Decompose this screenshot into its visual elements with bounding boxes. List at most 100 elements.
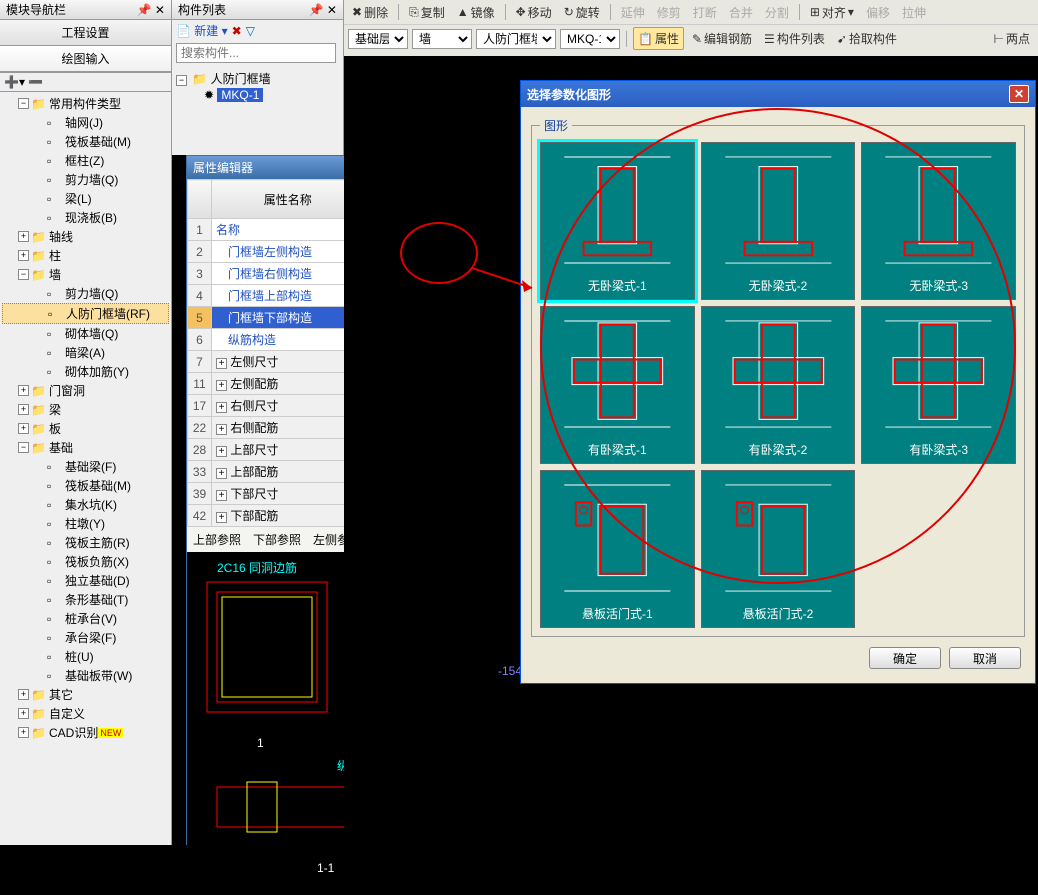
- comp-list-button[interactable]: ☰ 构件列表: [760, 28, 829, 49]
- properties-button[interactable]: 📋 属性: [633, 27, 684, 50]
- shape-option[interactable]: 悬板活门式-1: [540, 470, 695, 628]
- shape-option[interactable]: 有卧梁式-1: [540, 306, 695, 464]
- expand-icon[interactable]: +: [18, 385, 29, 396]
- tree-item[interactable]: ▫条形基础(T): [2, 590, 169, 609]
- rotate-button[interactable]: ↻ 旋转: [560, 2, 604, 23]
- align-button[interactable]: ⊞ 对齐 ▾: [806, 2, 858, 23]
- tree-item[interactable]: ▫轴网(J): [2, 113, 169, 132]
- remove-icon[interactable]: ➖: [28, 75, 43, 89]
- btn-label: 移动: [528, 4, 552, 21]
- tree-item[interactable]: −📁墙: [2, 265, 169, 284]
- tree-item[interactable]: ▫砌体加筋(Y): [2, 362, 169, 381]
- tree-item[interactable]: ▫筏板基础(M): [2, 476, 169, 495]
- delete-icon[interactable]: ✖: [232, 24, 242, 38]
- comp-tree[interactable]: − 📁 人防门框墙 ✹ MKQ-1: [172, 65, 343, 106]
- layer-select[interactable]: 基础层: [348, 29, 408, 49]
- shape-option[interactable]: 无卧梁式-3: [861, 142, 1016, 300]
- tree-item[interactable]: +📁梁: [2, 400, 169, 419]
- item-icon: ▫: [47, 346, 61, 360]
- tab-project-settings[interactable]: 工程设置: [0, 20, 171, 46]
- btn-label: 属性: [655, 30, 679, 47]
- tree-item[interactable]: +📁板: [2, 419, 169, 438]
- tree-item[interactable]: −📁基础: [2, 438, 169, 457]
- tree-item[interactable]: −📁常用构件类型: [2, 94, 169, 113]
- component-select[interactable]: MKQ-1: [560, 29, 620, 49]
- expand-icon[interactable]: +: [18, 250, 29, 261]
- tree-item[interactable]: ▫梁(L): [2, 189, 169, 208]
- tree-item[interactable]: ▫筏板主筋(R): [2, 533, 169, 552]
- tree-item[interactable]: ▫人防门框墙(RF): [2, 303, 169, 324]
- tree-item[interactable]: ▫集水坑(K): [2, 495, 169, 514]
- tree-label: MKQ-1: [217, 88, 263, 102]
- edit-rebar-button[interactable]: ✎ 编辑钢筋: [688, 28, 756, 49]
- btn-label: 分割: [765, 4, 789, 21]
- ok-button[interactable]: 确定: [869, 647, 941, 669]
- dialog-title-bar[interactable]: 选择参数化图形 ✕: [521, 81, 1035, 107]
- item-icon: 📁: [31, 97, 45, 111]
- tab-drawing-input[interactable]: 绘图输入: [0, 46, 171, 72]
- tree-item[interactable]: ▫砌体墙(Q): [2, 324, 169, 343]
- tree-item[interactable]: ▫筏板基础(M): [2, 132, 169, 151]
- tree-label: 筏板主筋(R): [65, 534, 130, 551]
- mirror-button[interactable]: ▲ 镜像: [453, 2, 499, 23]
- tree-item[interactable]: ▫柱墩(Y): [2, 514, 169, 533]
- close-button[interactable]: ✕: [1009, 85, 1029, 103]
- row-number: 6: [188, 329, 212, 351]
- tree-item[interactable]: ▫现浇板(B): [2, 208, 169, 227]
- tree-root[interactable]: − 📁 人防门框墙: [176, 69, 339, 88]
- tree-item[interactable]: +📁其它: [2, 685, 169, 704]
- tree-label: 墙: [49, 266, 61, 283]
- expand-icon[interactable]: +: [18, 231, 29, 242]
- tree-item[interactable]: ▫基础板带(W): [2, 666, 169, 685]
- pin-icon[interactable]: 📌 ✕: [309, 3, 337, 17]
- tree-item[interactable]: ▫筏板负筋(X): [2, 552, 169, 571]
- search-input[interactable]: [176, 43, 336, 63]
- copy-button[interactable]: ⎘ 复制: [405, 2, 449, 23]
- shape-option[interactable]: 有卧梁式-2: [701, 306, 856, 464]
- expand-icon[interactable]: +: [18, 708, 29, 719]
- pin-icon[interactable]: 📌 ✕: [137, 3, 165, 17]
- expand-icon[interactable]: +: [18, 404, 29, 415]
- shape-option[interactable]: 有卧梁式-3: [861, 306, 1016, 464]
- tree-item[interactable]: ▫承台梁(F): [2, 628, 169, 647]
- tree-item[interactable]: ▫暗梁(A): [2, 343, 169, 362]
- add-icon[interactable]: ➕▾: [4, 75, 25, 89]
- shape-option[interactable]: 无卧梁式-2: [701, 142, 856, 300]
- expand-icon[interactable]: +: [18, 689, 29, 700]
- move-button[interactable]: ✥ 移动: [512, 2, 556, 23]
- ref-tab-bottom[interactable]: 下部参照: [253, 531, 301, 548]
- two-point-button[interactable]: ⊢ 两点: [990, 28, 1034, 49]
- shape-option[interactable]: 无卧梁式-1: [540, 142, 695, 300]
- new-component-button[interactable]: 📄 新建 ▾: [176, 22, 228, 39]
- delete-button[interactable]: ✖ 删除: [348, 2, 392, 23]
- expand-icon[interactable]: −: [176, 75, 187, 86]
- shape-option[interactable]: 悬板活门式-2: [701, 470, 856, 628]
- tree-item[interactable]: ✹ MKQ-1: [176, 88, 339, 102]
- tree-item[interactable]: ▫独立基础(D): [2, 571, 169, 590]
- category-select[interactable]: 墙: [412, 29, 472, 49]
- item-icon: 📁: [31, 707, 45, 721]
- new-badge: NEW: [98, 728, 123, 738]
- tree-item[interactable]: ▫桩(U): [2, 647, 169, 666]
- cancel-button[interactable]: 取消: [949, 647, 1021, 669]
- expand-icon[interactable]: +: [18, 727, 29, 738]
- tree-item[interactable]: +📁柱: [2, 246, 169, 265]
- expand-icon[interactable]: −: [18, 269, 29, 280]
- expand-icon[interactable]: −: [18, 442, 29, 453]
- tree-item[interactable]: ▫剪力墙(Q): [2, 284, 169, 303]
- nav-tree[interactable]: −📁常用构件类型▫轴网(J)▫筏板基础(M)▫框柱(Z)▫剪力墙(Q)▫梁(L)…: [0, 92, 171, 792]
- tree-item[interactable]: ▫框柱(Z): [2, 151, 169, 170]
- ref-tab-top[interactable]: 上部参照: [193, 531, 241, 548]
- tree-item[interactable]: ▫剪力墙(Q): [2, 170, 169, 189]
- filter-icon[interactable]: ▽: [246, 24, 255, 38]
- tree-item[interactable]: ▫桩承台(V): [2, 609, 169, 628]
- expand-icon[interactable]: +: [18, 423, 29, 434]
- expand-icon[interactable]: −: [18, 98, 29, 109]
- pick-button[interactable]: ➹ 拾取构件: [833, 28, 901, 49]
- tree-item[interactable]: ▫基础梁(F): [2, 457, 169, 476]
- tree-item[interactable]: +📁自定义: [2, 704, 169, 723]
- tree-item[interactable]: +📁轴线: [2, 227, 169, 246]
- tree-item[interactable]: +📁门窗洞: [2, 381, 169, 400]
- type-select[interactable]: 人防门框墙: [476, 29, 556, 49]
- tree-item[interactable]: +📁CAD识别 NEW: [2, 723, 169, 742]
